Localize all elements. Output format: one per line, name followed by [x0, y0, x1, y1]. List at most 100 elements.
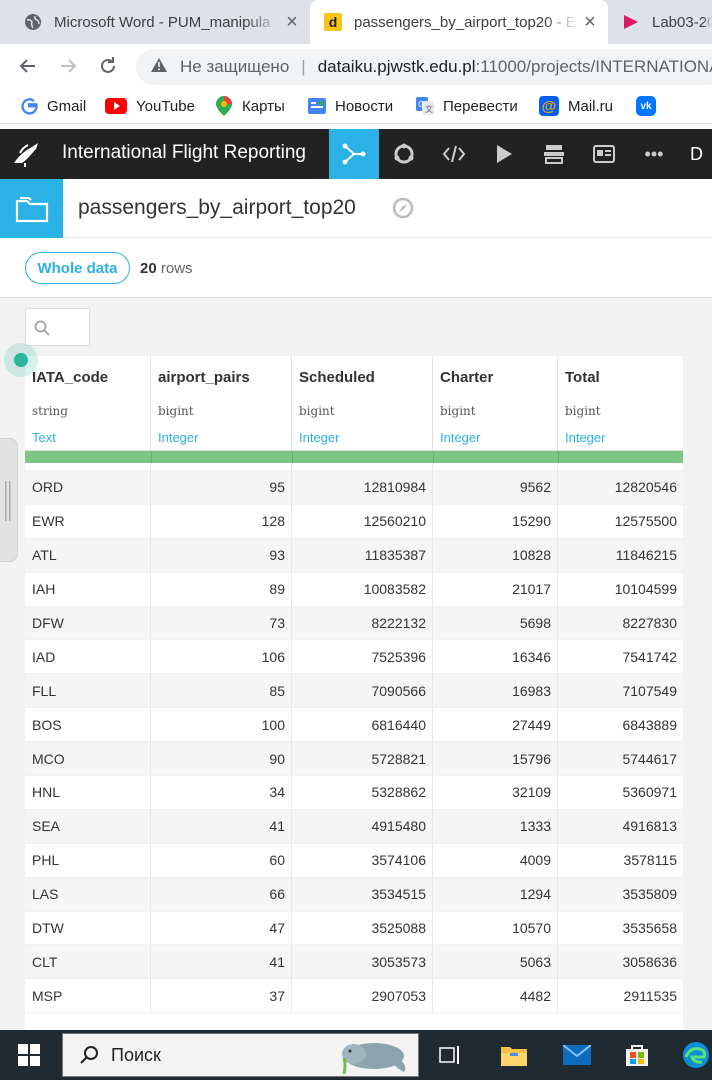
cell-scheduled[interactable]: 5328862: [292, 776, 433, 809]
cell-total[interactable]: 5360971: [558, 776, 683, 809]
edge-browser-icon[interactable]: [682, 1038, 712, 1072]
project-title[interactable]: International Flight Reporting: [62, 142, 306, 164]
table-row[interactable]: DFW 73 8222132 5698 8227830: [25, 606, 683, 641]
cell-airport-pairs[interactable]: 73: [151, 606, 292, 640]
side-panel-handle[interactable]: [0, 438, 18, 562]
cell-charter[interactable]: 9562: [433, 471, 558, 504]
column-meaning[interactable]: Integer: [299, 430, 339, 445]
cell-iata-code[interactable]: SEA: [25, 809, 151, 843]
cell-charter[interactable]: 32109: [433, 776, 558, 809]
lab-nav-icon[interactable]: [379, 129, 429, 179]
cell-iata-code[interactable]: DTW: [25, 911, 151, 945]
more-nav-icon[interactable]: •••: [629, 129, 679, 179]
cell-charter[interactable]: 1333: [433, 809, 558, 843]
bookmark-news[interactable]: Новости: [308, 88, 393, 124]
cell-iata-code[interactable]: EWR: [25, 504, 151, 538]
cell-scheduled[interactable]: 3534515: [292, 877, 433, 911]
table-row[interactable]: EWR 128 12560210 15290 12575500: [25, 504, 683, 539]
bookmark-translate[interactable]: G文 Перевести: [416, 88, 518, 124]
cell-iata-code[interactable]: BOS: [25, 708, 151, 742]
cell-total[interactable]: 3578115: [558, 844, 683, 877]
column-meaning[interactable]: Integer: [440, 430, 480, 445]
cell-scheduled[interactable]: 11835387: [292, 538, 433, 572]
column-search-input[interactable]: [25, 308, 90, 346]
code-nav-icon[interactable]: [429, 129, 479, 179]
cell-airport-pairs[interactable]: 41: [151, 809, 292, 843]
store-icon[interactable]: [620, 1038, 654, 1072]
table-row[interactable]: BOS 100 6816440 27449 6843889: [25, 708, 683, 743]
cell-iata-code[interactable]: HNL: [25, 776, 151, 809]
table-row[interactable]: LAS 66 3534515 1294 3535809: [25, 877, 683, 912]
cell-charter[interactable]: 21017: [433, 572, 558, 606]
cell-total[interactable]: 3058636: [558, 945, 683, 978]
cell-iata-code[interactable]: IAD: [25, 640, 151, 674]
table-row[interactable]: PHL 60 3574106 4009 3578115: [25, 843, 683, 878]
bookmark-youtube[interactable]: YouTube: [105, 88, 195, 124]
cell-iata-code[interactable]: ORD: [25, 471, 151, 504]
cell-airport-pairs[interactable]: 100: [151, 708, 292, 742]
cell-charter[interactable]: 16983: [433, 674, 558, 708]
more-nav-overflow-icon[interactable]: D: [690, 129, 712, 179]
cell-airport-pairs[interactable]: 89: [151, 572, 292, 606]
cell-total[interactable]: 10104599: [558, 573, 683, 606]
cell-scheduled[interactable]: 5728821: [292, 742, 433, 776]
bookmark-gmail[interactable]: Gmail: [20, 88, 86, 124]
column-header-airport-pairs[interactable]: airport_pairs bigint Integer: [151, 356, 292, 451]
cell-total[interactable]: 12820546: [558, 471, 683, 504]
column-meaning[interactable]: Integer: [158, 430, 198, 445]
cell-total[interactable]: 8227830: [558, 607, 683, 640]
cell-airport-pairs[interactable]: 37: [151, 979, 292, 1013]
cell-total[interactable]: 11846215: [558, 539, 683, 572]
cell-total[interactable]: 6843889: [558, 708, 683, 741]
table-row[interactable]: IAH 89 10083582 21017 10104599: [25, 572, 683, 607]
cell-charter[interactable]: 5063: [433, 945, 558, 979]
address-bar[interactable]: Не защищено | dataiku.pjwstk.edu.pl :110…: [136, 49, 712, 85]
cell-charter[interactable]: 16346: [433, 640, 558, 674]
whole-data-button[interactable]: Whole data: [25, 252, 130, 284]
cell-scheduled[interactable]: 10083582: [292, 572, 433, 606]
cell-charter[interactable]: 15796: [433, 742, 558, 776]
cell-airport-pairs[interactable]: 47: [151, 911, 292, 945]
file-explorer-icon[interactable]: [497, 1038, 531, 1072]
cell-scheduled[interactable]: 7525396: [292, 640, 433, 674]
tab-word[interactable]: Microsoft Word - PUM_manipula ×: [0, 0, 310, 44]
cell-scheduled[interactable]: 7090566: [292, 674, 433, 708]
cell-iata-code[interactable]: ATL: [25, 538, 151, 572]
cell-total[interactable]: 5744617: [558, 742, 683, 775]
bookmark-vk[interactable]: vk: [636, 88, 665, 124]
bookmark-maps[interactable]: Карты: [215, 88, 285, 124]
cell-airport-pairs[interactable]: 106: [151, 640, 292, 674]
flow-nav-icon[interactable]: [329, 129, 379, 179]
cell-total[interactable]: 12575500: [558, 505, 683, 538]
column-header-iata-code[interactable]: IATA_code string Text: [25, 356, 151, 451]
cell-airport-pairs[interactable]: 95: [151, 471, 292, 504]
cell-iata-code[interactable]: DFW: [25, 606, 151, 640]
cell-iata-code[interactable]: IAH: [25, 572, 151, 606]
table-row[interactable]: MSP 37 2907053 4482 2911535: [25, 979, 683, 1014]
cell-airport-pairs[interactable]: 93: [151, 538, 292, 572]
cell-charter[interactable]: 10828: [433, 538, 558, 572]
reload-icon[interactable]: [94, 52, 122, 80]
cell-charter[interactable]: 15290: [433, 504, 558, 538]
cell-iata-code[interactable]: MCO: [25, 742, 151, 776]
cell-scheduled[interactable]: 12560210: [292, 504, 433, 538]
forward-arrow-icon[interactable]: [54, 52, 82, 80]
table-row[interactable]: MCO 90 5728821 15796 5744617: [25, 742, 683, 777]
dashboard-nav-icon[interactable]: [529, 129, 579, 179]
cell-airport-pairs[interactable]: 90: [151, 742, 292, 776]
table-row[interactable]: ATL 93 11835387 10828 11846215: [25, 538, 683, 573]
tab-lab[interactable]: Lab03-20: [608, 0, 712, 44]
taskbar-search-box[interactable]: Поиск: [62, 1033, 419, 1077]
cell-airport-pairs[interactable]: 60: [151, 843, 292, 877]
cell-scheduled[interactable]: 3525088: [292, 911, 433, 945]
cell-iata-code[interactable]: LAS: [25, 877, 151, 911]
cell-iata-code[interactable]: FLL: [25, 674, 151, 708]
table-row[interactable]: HNL 34 5328862 32109 5360971: [25, 776, 683, 810]
watch-icon[interactable]: [392, 197, 414, 219]
run-nav-icon[interactable]: [479, 129, 529, 179]
column-header-charter[interactable]: Charter bigint Integer: [433, 356, 558, 451]
table-row[interactable]: CLT 41 3053573 5063 3058636: [25, 945, 683, 980]
cell-airport-pairs[interactable]: 85: [151, 674, 292, 708]
table-row[interactable]: SEA 41 4915480 1333 4916813: [25, 809, 683, 844]
cell-scheduled[interactable]: 6816440: [292, 708, 433, 742]
